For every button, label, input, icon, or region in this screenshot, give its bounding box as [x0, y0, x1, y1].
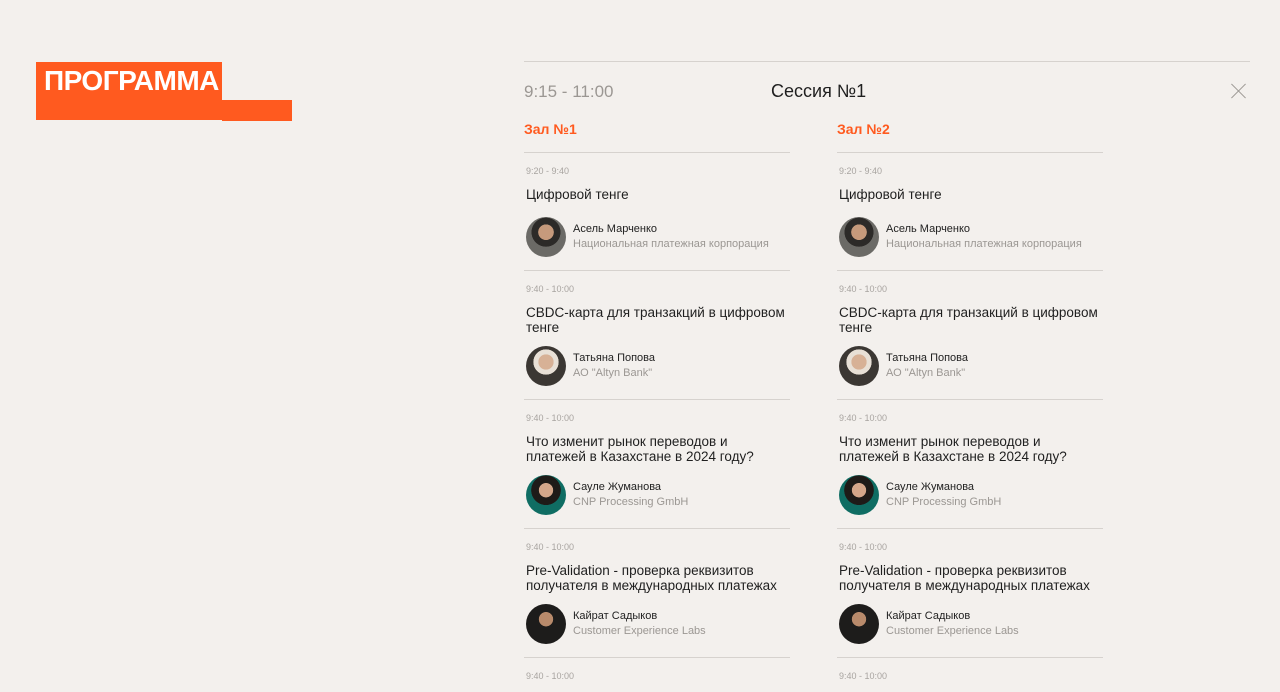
- speaker: Кайрат Садыков Customer Experience Labs: [839, 604, 1019, 644]
- talk-title: CBDC-карта для транзакций в цифровом тен…: [839, 305, 1098, 335]
- talk-time: 9:40 - 10:00: [839, 542, 888, 552]
- hall-title: Зал №2: [837, 121, 890, 137]
- talk-time: 9:20 - 9:40: [839, 166, 883, 176]
- program-logo: ПРОГРАММА: [36, 62, 292, 122]
- avatar: [839, 475, 879, 515]
- talk-time: 9:40 - 10:00: [526, 542, 575, 552]
- talk-item[interactable]: 9:40 - 10:00 Что изменит рынок переводов…: [524, 399, 790, 528]
- hall-column-1: Зал №1 9:20 - 9:40 Цифровой тенге Асель …: [524, 120, 790, 681]
- speaker-org: Национальная платежная корпорация: [573, 238, 769, 250]
- speaker: Асель Марченко Национальная платежная ко…: [839, 217, 1082, 257]
- session-time: 9:15 - 11:00: [524, 82, 614, 101]
- talk-item[interactable]: 9:40 - 10:00 CBDC-карта для транзакций в…: [524, 270, 790, 399]
- talk-item[interactable]: 9:40 - 10:00 Что изменит рынок переводов…: [837, 399, 1103, 528]
- talk-item[interactable]: 9:40 - 10:00 Pre-Validation - проверка р…: [837, 528, 1103, 657]
- talk-item[interactable]: 9:40 - 10:00: [524, 657, 790, 681]
- speaker-name: Асель Марченко: [886, 223, 971, 235]
- speaker-name: Кайрат Садыков: [573, 610, 658, 622]
- talk-time: 9:40 - 10:00: [839, 413, 888, 423]
- avatar: [839, 346, 879, 386]
- avatar: [526, 217, 566, 257]
- hall-column-2: Зал №2 9:20 - 9:40 Цифровой тенге Асель …: [837, 120, 1103, 681]
- talk-title: Цифровой тенге: [839, 187, 942, 202]
- avatar: [526, 346, 566, 386]
- speaker-org: CNP Processing GmbH: [886, 496, 1002, 508]
- speaker: Асель Марченко Национальная платежная ко…: [526, 217, 769, 257]
- logo-stair: [222, 100, 292, 121]
- talk-title: Pre-Validation - проверка реквизитов пол…: [526, 563, 777, 593]
- speaker-name: Асель Марченко: [573, 223, 658, 235]
- speaker-name: Кайрат Садыков: [886, 610, 971, 622]
- speaker-org: Customer Experience Labs: [886, 625, 1019, 637]
- speaker-name: Сауле Жуманова: [886, 481, 975, 493]
- session-title: Сессия №1: [771, 81, 867, 101]
- speaker-org: АО "Altyn Bank": [886, 367, 966, 379]
- talk-item[interactable]: 9:40 - 10:00 CBDC-карта для транзакций в…: [837, 270, 1103, 399]
- talk-time: 9:40 - 10:00: [526, 413, 575, 423]
- speaker: Сауле Жуманова CNP Processing GmbH: [839, 475, 1001, 515]
- speaker-org: Customer Experience Labs: [573, 625, 706, 637]
- avatar: [526, 475, 566, 515]
- speaker: Сауле Жуманова CNP Processing GmbH: [526, 475, 688, 515]
- talk-title: Что изменит рынок переводов и платежей в…: [526, 434, 754, 464]
- speaker-name: Татьяна Попова: [573, 352, 656, 364]
- talk-item[interactable]: 9:40 - 10:00 Pre-Validation - проверка р…: [524, 528, 790, 657]
- talk-item[interactable]: 9:20 - 9:40 Цифровой тенге Асель Марченк…: [524, 152, 790, 270]
- talk-item[interactable]: 9:40 - 10:00: [837, 657, 1103, 681]
- speaker: Кайрат Садыков Customer Experience Labs: [526, 604, 706, 644]
- speaker: Татьяна Попова АО "Altyn Bank": [839, 346, 968, 386]
- talk-time: 9:40 - 10:00: [839, 284, 888, 294]
- talk-time: 9:40 - 10:00: [526, 284, 575, 294]
- talk-title: Цифровой тенге: [526, 187, 629, 202]
- talk-time: 9:20 - 9:40: [526, 166, 570, 176]
- talk-title: Pre-Validation - проверка реквизитов пол…: [839, 563, 1090, 593]
- speaker-org: Национальная платежная корпорация: [886, 238, 1082, 250]
- talk-title: Что изменит рынок переводов и платежей в…: [839, 434, 1067, 464]
- speaker-name: Татьяна Попова: [886, 352, 969, 364]
- divider: [524, 61, 1250, 62]
- avatar: [839, 604, 879, 644]
- avatar: [839, 217, 879, 257]
- talk-title: CBDC-карта для транзакций в цифровом тен…: [526, 305, 785, 335]
- speaker: Татьяна Попова АО "Altyn Bank": [526, 346, 655, 386]
- speaker-org: АО "Altyn Bank": [573, 367, 653, 379]
- avatar: [526, 604, 566, 644]
- hall-title: Зал №1: [524, 121, 577, 137]
- speaker-name: Сауле Жуманова: [573, 481, 662, 493]
- talk-item[interactable]: 9:20 - 9:40 Цифровой тенге Асель Марченк…: [837, 152, 1103, 270]
- speaker-org: CNP Processing GmbH: [573, 496, 689, 508]
- talk-time: 9:40 - 10:00: [526, 671, 575, 681]
- talk-time: 9:40 - 10:00: [839, 671, 888, 681]
- logo-text: ПРОГРАММА: [44, 65, 219, 96]
- close-icon[interactable]: [1231, 83, 1247, 99]
